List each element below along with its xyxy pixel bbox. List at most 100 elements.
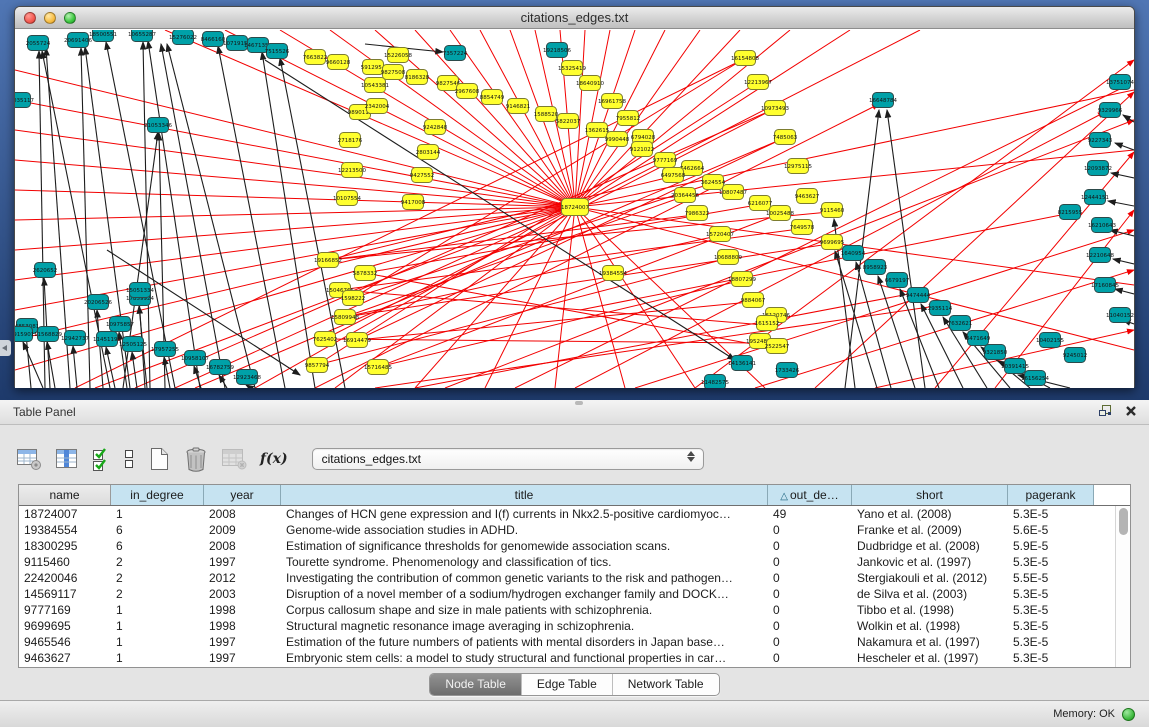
table-cell[interactable]: Wolkin et al. (1998)	[852, 618, 1008, 634]
table-cell[interactable]: Tibbo et al. (1998)	[852, 602, 1008, 618]
graph-node[interactable]: 6216077	[748, 196, 773, 211]
close-window-button[interactable]	[24, 12, 36, 24]
graph-node[interactable]: 12975115	[784, 159, 812, 174]
column-header-in_degree[interactable]: in_degree	[111, 485, 204, 505]
graph-node[interactable]: 15276022	[169, 30, 197, 45]
graph-node[interactable]: 17957255	[151, 342, 179, 357]
table-settings-icon[interactable]	[16, 447, 43, 471]
graph-node[interactable]: 10807487	[719, 185, 747, 200]
delete-trash-icon[interactable]	[183, 446, 209, 473]
graph-node[interactable]: 9857794	[305, 358, 330, 373]
table-cell[interactable]: 5.3E-5	[1008, 602, 1094, 618]
graph-node[interactable]: 10958107	[181, 351, 209, 366]
table-cell[interactable]: 18724007	[19, 506, 111, 522]
graph-node[interactable]: 16210643	[1088, 218, 1116, 233]
table-row[interactable]: 977716911998Corpus callosum shape and si…	[19, 602, 1115, 618]
graph-node[interactable]: 14136141	[728, 356, 756, 371]
column-header-title[interactable]: title	[281, 485, 768, 505]
graph-node[interactable]: 11482575	[701, 375, 729, 389]
table-cell[interactable]: Hescheler et al. (1997)	[852, 650, 1008, 666]
table-cell[interactable]: 1998	[204, 602, 281, 618]
graph-node[interactable]: 7649578	[790, 220, 815, 235]
table-source-dropdown[interactable]: citations_edges.txt	[312, 448, 704, 470]
table-cell[interactable]: 5.3E-5	[1008, 554, 1094, 570]
table-row[interactable]: 2242004622012Investigating the contribut…	[19, 570, 1115, 586]
graph-node[interactable]: 7485063	[773, 130, 798, 145]
table-cell[interactable]: 5.6E-5	[1008, 522, 1094, 538]
tab-node-table[interactable]: Node Table	[430, 674, 522, 695]
graph-node[interactable]: 12093872	[1084, 161, 1112, 176]
table-cell[interactable]: 49	[768, 506, 852, 522]
table-cell[interactable]: Dudbridge et al. (2008)	[852, 538, 1008, 554]
table-cell[interactable]: 1997	[204, 634, 281, 650]
graph-node[interactable]: 9463627	[795, 189, 820, 204]
table-cell[interactable]: 9115460	[19, 554, 111, 570]
table-cell[interactable]: Estimation of the future numbers of pati…	[281, 634, 768, 650]
graph-node[interactable]: 12210648	[1086, 248, 1114, 263]
float-panel-icon[interactable]	[1098, 404, 1112, 417]
graph-node[interactable]: 15051334	[126, 283, 154, 298]
graph-node[interactable]: 19166852	[314, 253, 342, 268]
row-list-icon[interactable]	[123, 447, 135, 471]
table-cell[interactable]: 0	[768, 538, 852, 554]
table-cell[interactable]: Jankovic et al. (1997)	[852, 554, 1008, 570]
graph-node[interactable]: 8854749	[480, 90, 505, 105]
table-cell[interactable]: 5.3E-5	[1008, 634, 1094, 650]
graph-node[interactable]: 9427552	[410, 168, 435, 183]
graph-node[interactable]: 9121022	[630, 142, 655, 157]
table-cell[interactable]: Yano et al. (2008)	[852, 506, 1008, 522]
graph-node[interactable]: 16154808	[731, 51, 759, 66]
graph-node[interactable]: 15720407	[706, 227, 734, 242]
graph-node[interactable]: 12923468	[233, 370, 261, 385]
table-cell[interactable]: Estimation of significance thresholds fo…	[281, 538, 768, 554]
table-cell[interactable]: 2012	[204, 570, 281, 586]
table-cell[interactable]: 19384554	[19, 522, 111, 538]
graph-node[interactable]: 12444151	[1081, 190, 1109, 205]
close-panel-icon[interactable]	[1125, 405, 1137, 417]
graph-node[interactable]: 8958923	[863, 260, 888, 275]
graph-node[interactable]: 8471649	[966, 331, 991, 346]
graph-node[interactable]: 11568829	[34, 327, 62, 342]
graph-node[interactable]: 3624554	[701, 175, 726, 190]
graph-node[interactable]: 11451199	[93, 332, 121, 347]
graph-node[interactable]: 10975857	[106, 317, 134, 332]
table-cell[interactable]: 1997	[204, 554, 281, 570]
table-cell[interactable]: 2	[111, 586, 204, 602]
table-cell[interactable]: 6	[111, 522, 204, 538]
graph-node[interactable]: 12213967	[744, 75, 772, 90]
table-cell[interactable]: 14569117	[19, 586, 111, 602]
table-cell[interactable]: 18300295	[19, 538, 111, 554]
table-cell[interactable]: 1	[111, 602, 204, 618]
graph-node[interactable]: 7357224	[443, 46, 468, 61]
graph-node[interactable]: 9417008	[401, 195, 426, 210]
graph-node[interactable]: 16648784	[869, 93, 897, 108]
graph-node[interactable]: 2803144	[416, 145, 441, 160]
graph-node[interactable]: 7986322	[685, 206, 710, 221]
graph-node[interactable]: 18724007	[561, 199, 589, 216]
graph-node[interactable]: 10402155	[1036, 333, 1064, 348]
graph-node[interactable]: 9990448	[605, 132, 630, 147]
graph-node[interactable]: 9884067	[741, 293, 766, 308]
graph-node[interactable]: 9245012	[1063, 348, 1088, 363]
graph-node[interactable]: 9115460	[820, 203, 845, 218]
table-cell[interactable]: 9777169	[19, 602, 111, 618]
graph-node[interactable]: 6497568	[661, 168, 686, 183]
graph-node[interactable]: 9321850	[983, 345, 1008, 360]
graph-node[interactable]: 9660128	[326, 55, 351, 70]
graph-node[interactable]: 18500551	[89, 30, 117, 42]
table-cell[interactable]: 5.3E-5	[1008, 586, 1094, 602]
graph-node[interactable]: 16961758	[598, 94, 626, 109]
graph-node[interactable]: 15226058	[384, 48, 412, 63]
graph-node[interactable]: 19384554	[599, 266, 627, 281]
table-cell[interactable]: Tourette syndrome. Phenomenology and cla…	[281, 554, 768, 570]
table-cell[interactable]: 0	[768, 586, 852, 602]
graph-node[interactable]: 12213500	[338, 163, 366, 178]
graph-node[interactable]: 9146821	[506, 99, 531, 114]
graph-node[interactable]: 3915901	[15, 327, 34, 342]
table-cell[interactable]: Genome-wide association studies in ADHD.	[281, 522, 768, 538]
table-cell[interactable]: 1	[111, 618, 204, 634]
table-cell[interactable]: Changes of HCN gene expression and I(f) …	[281, 506, 768, 522]
table-cell[interactable]: 2003	[204, 586, 281, 602]
graph-node[interactable]: 9827508	[381, 65, 406, 80]
table-cell[interactable]: 2	[111, 570, 204, 586]
